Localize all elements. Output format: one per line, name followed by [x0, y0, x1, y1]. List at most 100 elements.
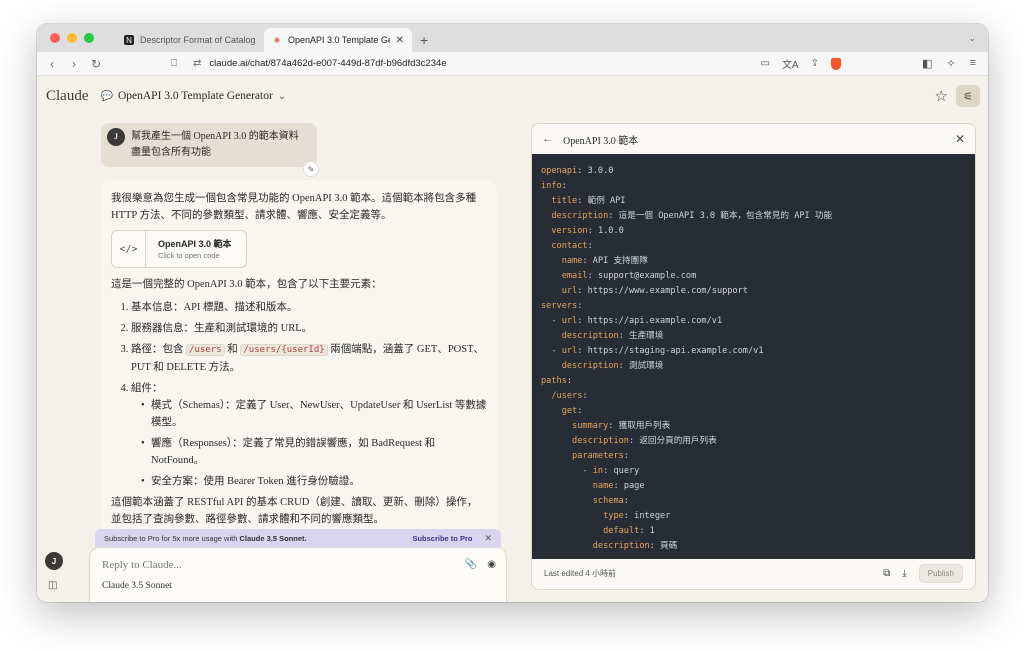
user-message-line: 幫我產生一個 OpenAPI 3.0 的範本資料	[131, 131, 299, 142]
bookmark-icon[interactable]: ⎕	[171, 58, 177, 69]
code-key: servers	[541, 301, 578, 311]
code-key: /users	[551, 391, 583, 401]
code-key: parameters	[572, 451, 624, 461]
tab-label: OpenAPI 3.0 Template Gener	[288, 35, 390, 45]
artifact-panel-header: ← OpenAPI 3.0 範本 ✕	[532, 124, 975, 154]
code-line: servers:	[541, 299, 966, 314]
code-key: email	[561, 271, 588, 281]
code-colon: :	[561, 181, 567, 191]
artifact-info: OpenAPI 3.0 範本 Click to open code	[146, 238, 232, 261]
code-key: title	[551, 196, 578, 206]
avatar-initial: J	[51, 556, 57, 566]
code-value: 返回分頁的用戶列表	[634, 436, 717, 446]
paperclip-icon[interactable]: 📎	[465, 559, 477, 570]
code-key: description	[561, 331, 619, 341]
download-icon[interactable]: ⤓	[902, 568, 906, 579]
brave-shields-icon[interactable]	[831, 57, 841, 70]
code-line: contact:	[541, 239, 966, 254]
minimize-window-button[interactable]	[67, 33, 77, 43]
close-window-button[interactable]	[50, 33, 60, 43]
code-value: https://api.example.com/v1	[582, 316, 723, 326]
close-icon[interactable]: ✕	[955, 132, 965, 147]
user-message-line: 盡量包含所有功能	[131, 147, 211, 158]
sublist-item: 安全方案：使用 Bearer Token 進行身份驗證。	[141, 473, 487, 490]
tab-descriptor-format[interactable]: N Descriptor Format of Catalog Ent	[116, 28, 264, 52]
code-line: default: 1	[541, 524, 966, 539]
artifact-card[interactable]: </> OpenAPI 3.0 範本 Click to open code	[111, 230, 247, 268]
code-line: name: API 支持團隊	[541, 254, 966, 269]
inline-code: /users/{userId}	[240, 344, 328, 356]
code-key: url	[561, 286, 578, 296]
code-value: support@example.com	[592, 271, 697, 281]
code-line: parameters:	[541, 449, 966, 464]
code-key: description	[572, 436, 629, 446]
maximize-window-button[interactable]	[84, 33, 94, 43]
chat-settings-button[interactable]: ⚟	[956, 85, 980, 107]
reply-composer[interactable]: Reply to Claude... 📎 ◉ Claude 3.5 Sonnet	[89, 547, 507, 602]
code-viewer[interactable]: openapi: 3.0.0 info: title: 範例 API descri…	[532, 154, 975, 559]
model-selector[interactable]: Claude 3.5 Sonnet	[102, 581, 172, 591]
reply-input[interactable]: Reply to Claude...	[102, 559, 182, 571]
list-item-text: 和	[227, 344, 238, 355]
claude-icon: ✺	[273, 35, 281, 45]
code-line: - url: https://staging-api.example.com/v…	[541, 344, 966, 359]
code-indent: -	[541, 466, 593, 476]
site-settings-icon[interactable]: ⇄	[193, 58, 201, 69]
code-colon: :	[577, 406, 583, 416]
sublist-item: 模式（Schemas）：定義了 User、NewUser、UpdateUser …	[141, 397, 487, 431]
edit-message-button[interactable]: ✎	[303, 161, 319, 177]
forward-icon[interactable]: ›	[63, 57, 85, 71]
tab-openapi-template[interactable]: ✺ OpenAPI 3.0 Template Gener ✕	[264, 28, 412, 52]
star-icon[interactable]: ☆	[935, 87, 948, 105]
sidebar-toggle-icon[interactable]: ◧	[922, 57, 932, 70]
camera-icon[interactable]: ◉	[487, 559, 496, 570]
code-value: 3.0.0	[582, 166, 614, 176]
avatar: J	[107, 128, 125, 146]
reload-icon[interactable]: ↻	[85, 57, 107, 71]
claude-logo[interactable]: Claude	[46, 88, 89, 105]
address-bar[interactable]: ⎕ ⇄ claude.ai/chat/874a462d-e007-449d-87…	[171, 54, 855, 74]
cast-icon[interactable]: ▭	[760, 58, 769, 69]
code-value: 1	[644, 526, 655, 536]
address-bar-actions: ▭ 文A ⇪	[760, 56, 841, 71]
copy-icon[interactable]: ⧉	[883, 568, 890, 579]
leo-ai-icon[interactable]: ✧	[946, 57, 955, 70]
new-tab-button[interactable]: +	[412, 32, 436, 52]
chat-title: OpenAPI 3.0 Template Generator	[117, 90, 273, 102]
share-icon[interactable]: ⇪	[811, 58, 819, 69]
code-line: description: 這是一個 OpenAPI 3.0 範本，包含常見的 A…	[541, 209, 966, 224]
tab-list-chevron-icon[interactable]: ⌄	[968, 33, 988, 52]
code-colon: :	[582, 391, 588, 401]
back-icon[interactable]: ‹	[41, 57, 63, 71]
promo-model: Claude 3.5 Sonnet.	[239, 533, 307, 543]
avatar[interactable]: J	[45, 552, 63, 570]
claude-app: Claude 💬 OpenAPI 3.0 Template Generator …	[37, 76, 988, 602]
translate-icon[interactable]: 文A	[782, 56, 799, 71]
close-icon[interactable]: ✕	[484, 533, 492, 544]
code-line: title: 範例 API	[541, 194, 966, 209]
menu-icon[interactable]: ≡	[970, 57, 976, 70]
close-tab-icon[interactable]: ✕	[396, 35, 404, 46]
chevron-down-icon: ⌄	[277, 90, 287, 102]
back-arrow-icon[interactable]: ←	[542, 133, 553, 145]
artifact-title: OpenAPI 3.0 範本	[158, 238, 232, 249]
sidebar-panel-icon[interactable]: ◫	[48, 580, 57, 591]
url-text[interactable]: claude.ai/chat/874a462d-e007-449d-87df-b…	[209, 58, 446, 69]
list-item: 路徑：包含 /users 和 /users/{userId} 兩個端點，涵蓋了 …	[131, 341, 487, 376]
chat-title-dropdown[interactable]: 💬 OpenAPI 3.0 Template Generator ⌄	[101, 90, 287, 102]
code-value: integer	[628, 511, 671, 521]
code-key: schema	[592, 496, 624, 506]
composer-actions: 📎 ◉	[465, 559, 496, 570]
code-value: page	[618, 481, 645, 491]
code-key: summary	[572, 421, 609, 431]
publish-button[interactable]: Publish	[918, 563, 963, 583]
chat-bubble-icon: 💬	[100, 90, 113, 102]
subscribe-link[interactable]: Subscribe to Pro	[412, 534, 472, 543]
